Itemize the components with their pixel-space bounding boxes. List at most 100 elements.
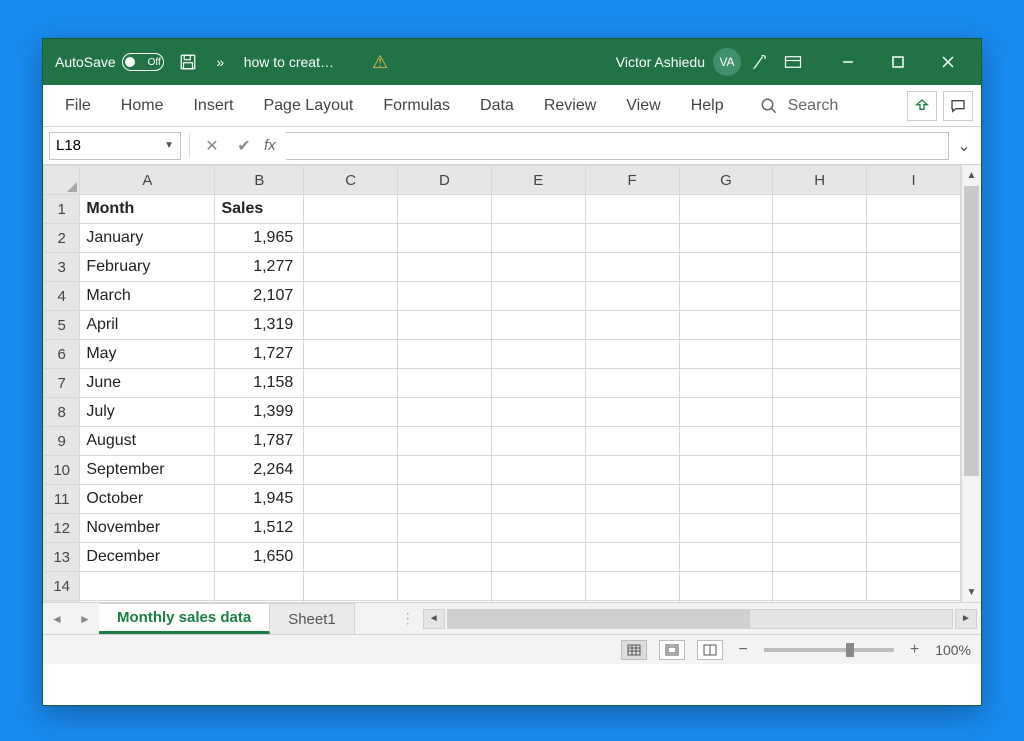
cell[interactable] bbox=[585, 456, 679, 485]
comments-button[interactable] bbox=[943, 91, 973, 121]
cell[interactable] bbox=[585, 398, 679, 427]
cell[interactable]: December bbox=[80, 543, 215, 572]
cell[interactable] bbox=[773, 456, 867, 485]
cell[interactable] bbox=[679, 369, 773, 398]
cell[interactable] bbox=[304, 282, 398, 311]
cell[interactable] bbox=[585, 195, 679, 224]
cell[interactable] bbox=[398, 514, 492, 543]
cell[interactable] bbox=[398, 543, 492, 572]
cell[interactable] bbox=[398, 195, 492, 224]
name-box[interactable]: L18 ▼ bbox=[49, 132, 181, 160]
hscroll-left[interactable]: ◄ bbox=[423, 609, 445, 629]
cell[interactable] bbox=[773, 543, 867, 572]
cell[interactable] bbox=[585, 340, 679, 369]
autosave-toggle[interactable]: Off bbox=[122, 53, 164, 71]
cell[interactable] bbox=[491, 514, 585, 543]
cell[interactable] bbox=[773, 427, 867, 456]
zoom-in-button[interactable]: + bbox=[906, 641, 923, 659]
view-normal-button[interactable] bbox=[621, 640, 647, 660]
cell[interactable] bbox=[491, 601, 585, 603]
tab-view[interactable]: View bbox=[612, 85, 674, 126]
cell[interactable] bbox=[398, 311, 492, 340]
row-header[interactable]: 8 bbox=[44, 398, 80, 427]
minimize-button[interactable] bbox=[823, 39, 873, 85]
cell[interactable] bbox=[398, 369, 492, 398]
row-header[interactable]: 10 bbox=[44, 456, 80, 485]
cell[interactable] bbox=[304, 456, 398, 485]
cell[interactable] bbox=[304, 514, 398, 543]
coming-soon-button[interactable] bbox=[749, 50, 773, 74]
cell[interactable] bbox=[585, 601, 679, 603]
cell[interactable] bbox=[304, 572, 398, 601]
new-sheet-button[interactable] bbox=[355, 603, 391, 634]
cell[interactable] bbox=[867, 485, 961, 514]
cell[interactable]: 1,512 bbox=[215, 514, 304, 543]
cell[interactable] bbox=[491, 282, 585, 311]
col-header-c[interactable]: C bbox=[304, 166, 398, 195]
cell[interactable] bbox=[398, 456, 492, 485]
scroll-down-icon[interactable]: ▼ bbox=[962, 582, 981, 602]
formula-input[interactable] bbox=[286, 132, 949, 160]
cell[interactable]: 1,965 bbox=[215, 224, 304, 253]
cell[interactable] bbox=[773, 311, 867, 340]
cell[interactable]: Sales bbox=[215, 195, 304, 224]
sheet-nav-prev[interactable]: ◄ bbox=[43, 603, 71, 634]
fx-icon[interactable]: fx bbox=[264, 137, 276, 154]
cell[interactable] bbox=[304, 340, 398, 369]
cell[interactable] bbox=[867, 253, 961, 282]
row-header[interactable]: 4 bbox=[44, 282, 80, 311]
cell[interactable] bbox=[491, 427, 585, 456]
col-header-e[interactable]: E bbox=[491, 166, 585, 195]
cell[interactable] bbox=[585, 253, 679, 282]
cell[interactable] bbox=[679, 195, 773, 224]
cell[interactable] bbox=[491, 224, 585, 253]
close-button[interactable] bbox=[923, 39, 973, 85]
cell[interactable] bbox=[304, 398, 398, 427]
cell[interactable]: October bbox=[80, 485, 215, 514]
ribbon-mode-button[interactable] bbox=[781, 50, 805, 74]
cell[interactable] bbox=[398, 398, 492, 427]
hscroll-track[interactable] bbox=[447, 609, 953, 629]
cell[interactable] bbox=[867, 311, 961, 340]
cell[interactable] bbox=[867, 398, 961, 427]
tab-data[interactable]: Data bbox=[466, 85, 528, 126]
col-header-d[interactable]: D bbox=[398, 166, 492, 195]
cell[interactable] bbox=[867, 456, 961, 485]
row-header[interactable]: 2 bbox=[44, 224, 80, 253]
cell[interactable] bbox=[304, 311, 398, 340]
cell[interactable]: 1,650 bbox=[215, 543, 304, 572]
cell[interactable] bbox=[398, 601, 492, 603]
col-header-i[interactable]: I bbox=[867, 166, 961, 195]
cell[interactable] bbox=[80, 601, 215, 603]
save-button[interactable] bbox=[176, 50, 200, 74]
cell[interactable] bbox=[679, 340, 773, 369]
cell[interactable] bbox=[585, 311, 679, 340]
row-header[interactable]: 15 bbox=[44, 601, 80, 603]
cell[interactable] bbox=[679, 543, 773, 572]
cell[interactable] bbox=[304, 427, 398, 456]
cell[interactable] bbox=[215, 601, 304, 603]
cell[interactable]: September bbox=[80, 456, 215, 485]
row-header[interactable]: 13 bbox=[44, 543, 80, 572]
cell[interactable] bbox=[773, 398, 867, 427]
vscroll-thumb[interactable] bbox=[964, 186, 979, 476]
tab-home[interactable]: Home bbox=[107, 85, 178, 126]
cell[interactable]: November bbox=[80, 514, 215, 543]
cell[interactable] bbox=[585, 427, 679, 456]
scroll-up-icon[interactable]: ▲ bbox=[962, 165, 981, 185]
cell[interactable] bbox=[867, 601, 961, 603]
cell[interactable] bbox=[773, 601, 867, 603]
cell[interactable] bbox=[304, 485, 398, 514]
cell[interactable] bbox=[773, 572, 867, 601]
col-header-a[interactable]: A bbox=[80, 166, 215, 195]
cell[interactable] bbox=[679, 224, 773, 253]
col-header-g[interactable]: G bbox=[679, 166, 773, 195]
view-pagelayout-button[interactable] bbox=[659, 640, 685, 660]
row-header[interactable]: 7 bbox=[44, 369, 80, 398]
more-qat-button[interactable]: » bbox=[208, 50, 232, 74]
cell[interactable]: April bbox=[80, 311, 215, 340]
tab-file[interactable]: File bbox=[51, 85, 105, 126]
cell[interactable] bbox=[773, 369, 867, 398]
cell[interactable] bbox=[867, 514, 961, 543]
cell[interactable] bbox=[304, 224, 398, 253]
